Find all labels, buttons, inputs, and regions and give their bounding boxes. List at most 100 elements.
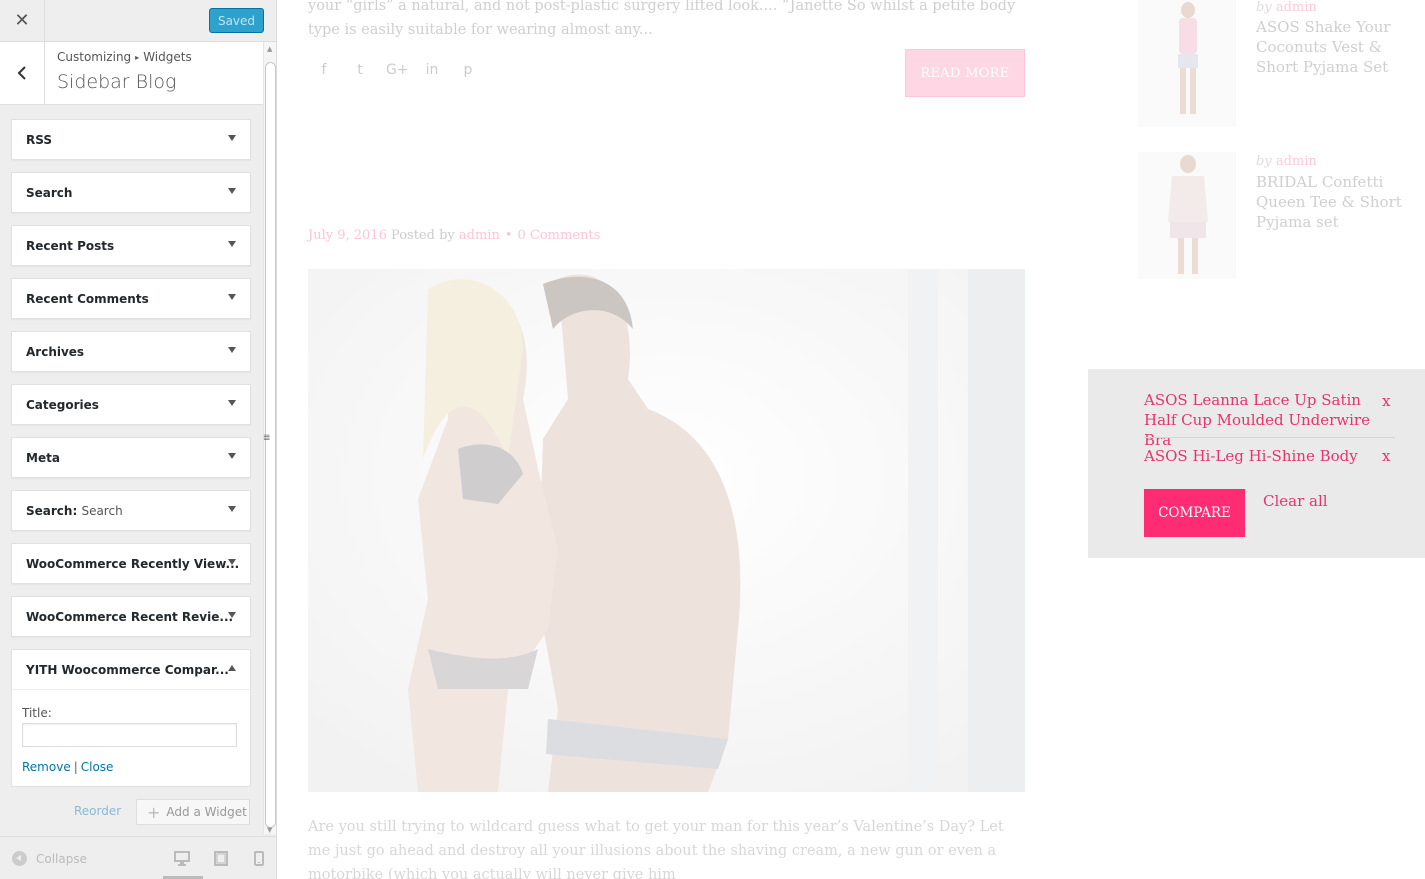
widget-title: WooCommerce Recently View... bbox=[26, 557, 240, 571]
remove-compare-item-button[interactable]: x bbox=[1382, 447, 1390, 465]
recent-product-item[interactable]: by admin BRIDAL Confetti Queen Tee & Sho… bbox=[1138, 152, 1408, 282]
close-link[interactable]: Close bbox=[81, 760, 114, 774]
product-title[interactable]: ASOS Shake Your Coconuts Vest & Short Py… bbox=[1256, 17, 1406, 77]
caret-down-icon[interactable] bbox=[228, 612, 236, 618]
customizer-panel: ✕ Saved Customizing ▸ Widgets Sidebar Blog… bbox=[0, 0, 277, 879]
widget-title: RSS bbox=[26, 133, 52, 147]
caret-down-icon[interactable] bbox=[228, 347, 236, 353]
breadcrumb-separator-icon: ▸ bbox=[135, 53, 140, 62]
breadcrumb-section: Widgets bbox=[143, 50, 192, 64]
desktop-icon[interactable] bbox=[174, 851, 190, 866]
caret-up-icon[interactable] bbox=[228, 665, 236, 671]
widget-search-search[interactable]: Search: Search bbox=[11, 490, 251, 531]
widget-title: Search bbox=[26, 186, 73, 200]
post-body-text: Are you still trying to wildcard guess w… bbox=[308, 819, 1004, 879]
widget-title: Recent Posts bbox=[26, 239, 115, 253]
customizer-footer: Collapse bbox=[0, 836, 276, 879]
meta-separator: • bbox=[504, 228, 513, 243]
widget-meta[interactable]: Meta bbox=[11, 437, 251, 478]
product-thumbnail[interactable] bbox=[1138, 0, 1236, 127]
widget-title: Recent Comments bbox=[26, 292, 149, 306]
resize-grip-icon[interactable]: ═ ═ bbox=[264, 433, 269, 445]
back-button[interactable] bbox=[0, 42, 45, 104]
compare-divider bbox=[1144, 437, 1395, 438]
reorder-link[interactable]: Reorder bbox=[74, 804, 121, 818]
caret-down-icon[interactable] bbox=[228, 453, 236, 459]
post-meta: July 9, 2016 Posted by admin • 0 Comments bbox=[308, 228, 600, 243]
widget-recent-comments[interactable]: Recent Comments bbox=[11, 278, 251, 319]
widget-subtitle: Search bbox=[81, 504, 123, 518]
add-widget-button[interactable]: + Add a Widget bbox=[136, 799, 250, 825]
product-author-line: by admin bbox=[1256, 154, 1317, 169]
caret-down-icon[interactable] bbox=[228, 188, 236, 194]
post-excerpt: your “girls” a natural, and not post-pla… bbox=[308, 0, 1016, 38]
clear-all-link[interactable]: Clear all bbox=[1263, 492, 1328, 510]
close-icon: ✕ bbox=[14, 10, 30, 31]
actions-separator: | bbox=[73, 760, 78, 774]
compare-item[interactable]: ASOS Leanna Lace Up Satin Half Cup Mould… bbox=[1144, 390, 1395, 450]
widget-title: YITH Woocommerce Compar... bbox=[26, 663, 229, 677]
widget-archives[interactable]: Archives bbox=[11, 331, 251, 372]
google-plus-icon[interactable]: G+ bbox=[386, 62, 409, 78]
widget-yith-compare[interactable]: YITH Woocommerce Compar... bbox=[11, 649, 251, 690]
compare-item[interactable]: ASOS Hi-Leg Hi-Shine Body bbox=[1144, 446, 1395, 466]
post-author[interactable]: admin bbox=[459, 228, 500, 243]
product-title[interactable]: BRIDAL Confetti Queen Tee & Short Pyjama… bbox=[1256, 172, 1406, 232]
add-widget-label: Add a Widget bbox=[166, 805, 247, 819]
scroll-up-icon[interactable]: ▲ bbox=[267, 45, 272, 53]
widget-categories[interactable]: Categories bbox=[11, 384, 251, 425]
widget-yith-compare-form: Title: Remove | Close bbox=[11, 689, 251, 787]
product-author[interactable]: admin bbox=[1276, 0, 1317, 15]
title-input[interactable] bbox=[22, 723, 237, 747]
widget-woocommerce-recently-viewed[interactable]: WooCommerce Recently View... bbox=[11, 543, 251, 584]
by-label: by bbox=[1256, 154, 1272, 169]
caret-down-icon[interactable] bbox=[228, 241, 236, 247]
caret-down-icon[interactable] bbox=[228, 135, 236, 141]
scroll-down-icon[interactable]: ▼ bbox=[267, 826, 272, 834]
breadcrumb: Customizing ▸ Widgets bbox=[57, 50, 192, 64]
post-comments-link[interactable]: 0 Comments bbox=[518, 228, 601, 243]
facebook-icon[interactable]: f bbox=[314, 62, 334, 78]
post-featured-image[interactable] bbox=[308, 269, 1025, 792]
product-thumbnail[interactable] bbox=[1138, 152, 1236, 279]
close-customizer-button[interactable]: ✕ bbox=[0, 0, 45, 41]
pinterest-icon[interactable]: p bbox=[458, 62, 478, 78]
caret-down-icon[interactable] bbox=[228, 294, 236, 300]
twitter-icon[interactable]: t bbox=[350, 62, 370, 78]
widget-title: Search: Search bbox=[26, 504, 123, 518]
read-more-button[interactable]: READ MORE bbox=[905, 49, 1025, 97]
site-preview: your “girls” a natural, and not post-pla… bbox=[278, 0, 1425, 879]
product-author[interactable]: admin bbox=[1276, 154, 1317, 169]
caret-down-icon[interactable] bbox=[228, 400, 236, 406]
scrollbar-thumb[interactable] bbox=[265, 62, 276, 828]
widget-title-main: Search: bbox=[26, 504, 78, 518]
widget-title: Archives bbox=[26, 345, 85, 359]
product-image-illustration bbox=[1138, 0, 1236, 127]
recent-product-item[interactable]: by admin ASOS Shake Your Coconuts Vest &… bbox=[1138, 0, 1408, 127]
plus-icon: + bbox=[147, 802, 161, 822]
widget-woocommerce-recent-reviews[interactable]: WooCommerce Recent Revie... bbox=[11, 596, 251, 637]
compare-widget: ASOS Leanna Lace Up Satin Half Cup Mould… bbox=[1088, 369, 1425, 558]
linkedin-icon[interactable]: in bbox=[422, 62, 442, 78]
collapse-button[interactable]: Collapse bbox=[12, 851, 87, 866]
caret-down-icon[interactable] bbox=[228, 506, 236, 512]
widget-search[interactable]: Search bbox=[11, 172, 251, 213]
section-header: Customizing ▸ Widgets Sidebar Blog bbox=[0, 42, 263, 105]
remove-compare-item-button[interactable]: x bbox=[1382, 392, 1390, 410]
couple-photo-illustration bbox=[308, 269, 1025, 792]
caret-down-icon[interactable] bbox=[228, 559, 236, 565]
collapse-label: Collapse bbox=[36, 851, 87, 866]
mobile-icon[interactable] bbox=[254, 851, 264, 866]
posted-by-label: Posted by bbox=[390, 228, 455, 243]
compare-button[interactable]: COMPARE bbox=[1144, 489, 1245, 537]
breadcrumb-root: Customizing bbox=[57, 50, 132, 64]
customizer-header: ✕ Saved bbox=[0, 0, 276, 42]
widget-title: Meta bbox=[26, 451, 60, 465]
saved-button[interactable]: Saved bbox=[209, 8, 264, 33]
tablet-icon[interactable] bbox=[214, 851, 228, 866]
widget-recent-posts[interactable]: Recent Posts bbox=[11, 225, 251, 266]
remove-link[interactable]: Remove bbox=[22, 760, 71, 774]
product-image-illustration bbox=[1138, 152, 1236, 279]
post-date[interactable]: July 9, 2016 bbox=[308, 228, 387, 243]
widget-rss[interactable]: RSS bbox=[11, 119, 251, 160]
